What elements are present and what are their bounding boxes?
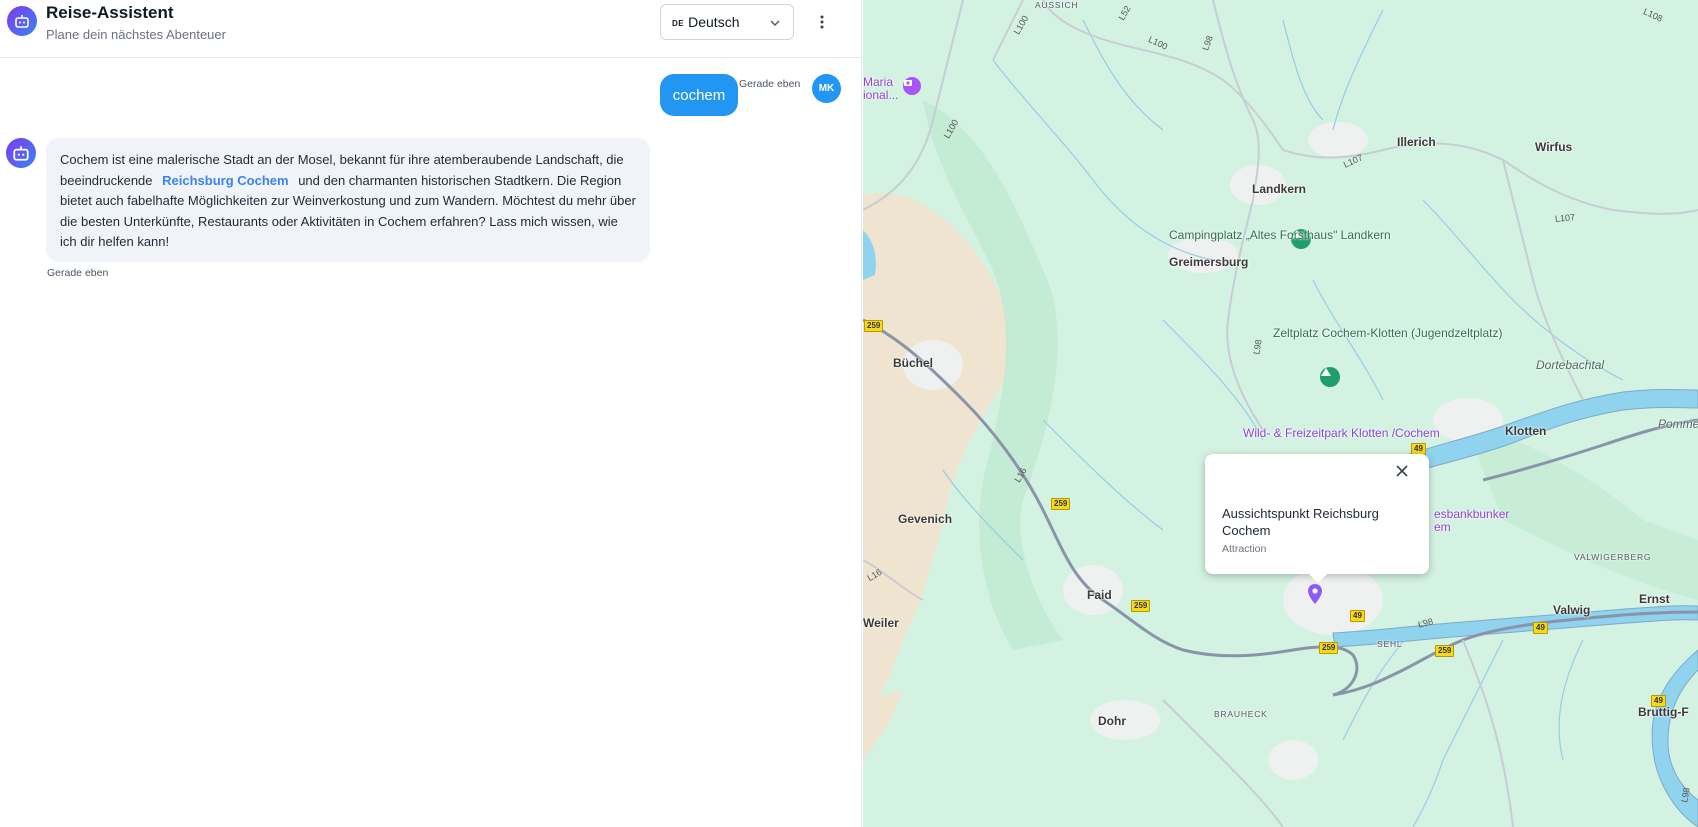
road-shield-49: 49 — [1350, 610, 1365, 622]
map-label-wildpark: Wild- & Freizeitpark Klotten /Cochem — [1243, 426, 1440, 440]
language-label: Deutsch — [688, 14, 740, 30]
map-label-valwig: Valwig — [1553, 603, 1591, 617]
app-subtitle: Plane dein nächstes Abenteuer — [46, 27, 226, 42]
road-shield-259: 259 — [1435, 645, 1455, 657]
map-label-pomme: Pomme — [1658, 417, 1698, 431]
map-label-buechel: Büchel — [893, 356, 934, 370]
road-shield-259: 259 — [864, 320, 884, 332]
map-label-landkern: Landkern — [1252, 182, 1307, 196]
map-label-klotten: Klotten — [1505, 424, 1547, 438]
road-shield-259: 259 — [1131, 600, 1151, 612]
language-select[interactable]: DE Deutsch — [660, 4, 794, 40]
map-label-weiler: Weiler — [863, 616, 899, 630]
camera-poi-icon[interactable] — [903, 77, 921, 95]
map-background — [863, 0, 1698, 827]
map-label-camping: Campingplatz „Altes Forsthaus" Landkern — [1169, 228, 1391, 242]
chat-panel: Reise-Assistent Plane dein nächstes Aben… — [0, 0, 862, 827]
chat-header: Reise-Assistent Plane dein nächstes Aben… — [0, 0, 862, 58]
bot-message-bubble: Cochem ist eine malerische Stadt an der … — [46, 138, 650, 262]
popup-title: Aussichtspunkt Reichsburg Cochem — [1222, 506, 1379, 538]
map-label-brauheck: BRAUHECK — [1214, 709, 1268, 719]
road-shield-49: 49 — [1651, 695, 1666, 707]
map-label-dohr: Dohr — [1098, 714, 1126, 728]
road-label-l107: L107 — [1554, 212, 1576, 224]
road-shield-259: 259 — [1051, 498, 1071, 510]
road-shield-49: 49 — [1533, 622, 1548, 634]
bot-message-time: Gerade eben — [47, 267, 109, 279]
map-label-sehl: SEHL — [1377, 639, 1403, 649]
map-info-popup: Aussichtspunkt Reichsburg Cochem Attract… — [1205, 454, 1429, 583]
map-label-faid: Faid — [1087, 588, 1112, 602]
map-label-greimersburg: Greimersburg — [1169, 255, 1249, 269]
app-title: Reise-Assistent — [46, 3, 174, 22]
map-view[interactable]: Maria ional... AUSSICH Illerich Wirfus La… — [863, 0, 1698, 827]
map-label-bunker: esbankbunker em — [1434, 507, 1510, 534]
map-label-valwigerberg: VALWIGERBERG — [1574, 552, 1652, 562]
campsite-icon[interactable] — [1320, 367, 1340, 387]
user-message-time: Gerade eben — [739, 78, 801, 90]
map-label-dortebachtal: Dortebachtal — [1536, 358, 1605, 372]
map-label-illerich: Illerich — [1397, 135, 1436, 149]
map-label-ernst: Ernst — [1639, 592, 1670, 606]
map-label-maria: Maria ional... — [863, 75, 899, 102]
robot-logo-icon — [7, 6, 37, 36]
map-label-gevenich: Gevenich — [898, 512, 953, 526]
road-shield-259: 259 — [1319, 642, 1339, 654]
popup-category: Attraction — [1222, 543, 1267, 555]
close-icon[interactable] — [1395, 464, 1419, 488]
map-label-wirfus: Wirfus — [1535, 140, 1573, 154]
user-avatar: MK — [812, 74, 841, 103]
reichsburg-link[interactable]: Reichsburg Cochem — [156, 173, 294, 188]
map-label-zeltplatz: Zeltplatz Cochem-Klotten (Jugendzeltplat… — [1273, 326, 1503, 340]
bot-avatar-icon — [6, 138, 36, 168]
language-flag: DE — [672, 18, 685, 28]
map-label-aussich: AUSSICH — [1035, 0, 1079, 10]
user-message-bubble: cochem — [660, 74, 738, 116]
vertical-dots-icon — [820, 15, 824, 29]
map-label-bruttig: Bruttig-F — [1638, 705, 1689, 719]
more-options-button[interactable] — [810, 10, 834, 34]
chevron-down-icon — [769, 16, 781, 32]
